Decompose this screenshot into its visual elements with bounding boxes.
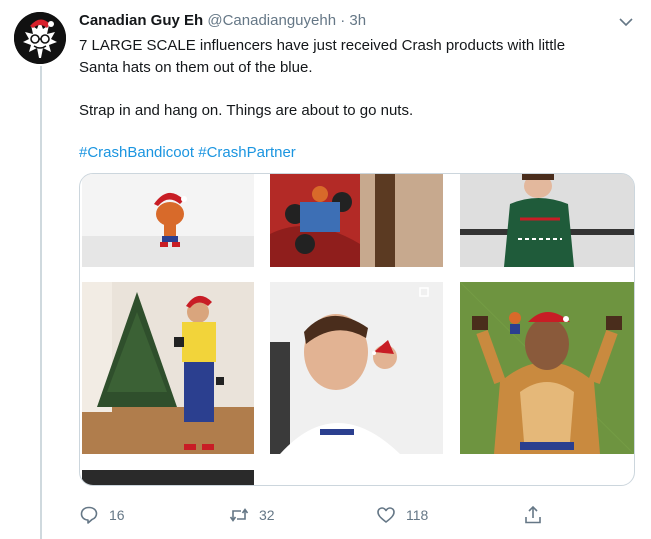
photo-christmas-tree-person[interactable] — [82, 282, 254, 454]
retweet-icon — [229, 508, 249, 522]
media-grid — [79, 173, 635, 486]
separator-dot: · — [340, 12, 346, 29]
share-icon — [525, 505, 541, 524]
hashtag-crashpartner[interactable]: #CrashPartner — [198, 144, 296, 161]
thread-line — [40, 66, 42, 539]
author-name[interactable]: Canadian Guy Eh — [79, 12, 203, 29]
tweet-header: Canadian Guy Eh @Canadianguyehh · 3h — [79, 12, 366, 29]
like-count: 118 — [406, 507, 429, 523]
hashtag-crashbandicoot[interactable]: #CrashBandicoot — [79, 144, 194, 161]
retweet-count: 32 — [259, 507, 275, 523]
heart-icon — [377, 507, 395, 523]
photo-kart-toy[interactable] — [270, 174, 443, 267]
tweet-text-line-3: Strap in and hang on. Things are about t… — [79, 102, 414, 119]
avatar[interactable] — [14, 12, 66, 64]
photo-partial-bottom[interactable] — [82, 470, 254, 485]
hashtag-row: #CrashBandicoot #CrashPartner — [79, 142, 296, 164]
selfie-santa-hat-image — [270, 282, 443, 454]
crash-figure-image — [82, 174, 254, 267]
chevron-down-icon[interactable] — [618, 14, 634, 30]
author-handle[interactable]: @Canadianguyehh — [207, 12, 336, 29]
kart-toy-image — [270, 174, 443, 267]
reply-action[interactable]: 16 — [79, 505, 125, 525]
reply-count: 16 — [109, 507, 125, 523]
retweet-action[interactable]: 32 — [229, 505, 275, 525]
like-action[interactable]: 118 — [376, 505, 428, 525]
tweet-text-line-2: Santa hats on them out of the blue. — [79, 59, 313, 76]
christmas-tree-person-image — [82, 282, 254, 454]
photo-selfie-santa-hat[interactable] — [270, 282, 443, 454]
photo-grass-person[interactable] — [460, 282, 634, 454]
reply-icon — [80, 506, 98, 524]
photo-sweater-person[interactable] — [460, 174, 634, 267]
maple-leaf-santa-logo-icon — [14, 12, 66, 64]
photo-crash-figure[interactable] — [82, 174, 254, 267]
share-action[interactable] — [523, 505, 553, 525]
sweater-person-image — [460, 174, 634, 267]
grass-person-image — [460, 282, 634, 454]
tweet-text-line-1: 7 LARGE SCALE influencers have just rece… — [79, 37, 566, 54]
tweet-time[interactable]: 3h — [349, 12, 366, 29]
